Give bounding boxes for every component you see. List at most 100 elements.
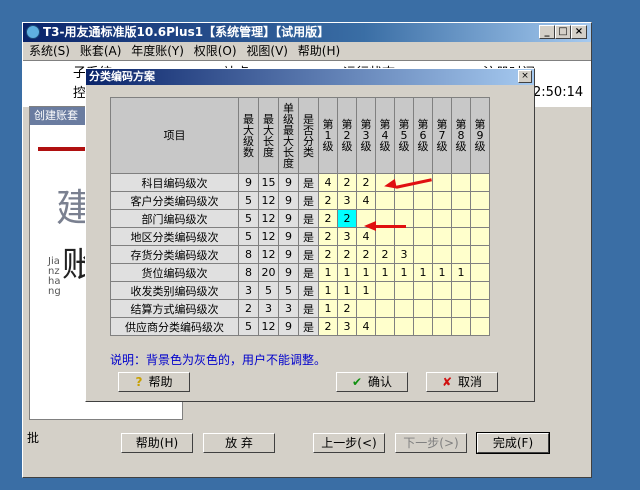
row-level-3-cell[interactable]: 2 xyxy=(356,245,376,264)
row-level-4-cell[interactable] xyxy=(375,317,395,336)
row-level-9-cell[interactable] xyxy=(470,191,490,210)
row-level-4-cell[interactable]: 1 xyxy=(375,263,395,282)
menu-view[interactable]: 视图(V) xyxy=(246,44,288,58)
row-level-2-cell[interactable]: 2 xyxy=(337,209,357,228)
row-level-7-cell[interactable]: 1 xyxy=(432,263,452,282)
row-level-7-cell[interactable] xyxy=(432,245,452,264)
menu-system[interactable]: 系统(S) xyxy=(29,44,70,58)
row-level-7-cell[interactable] xyxy=(432,227,452,246)
close-button[interactable]: × xyxy=(571,25,587,39)
red-arrow-2-head xyxy=(364,221,376,231)
row-level-4-cell[interactable]: 2 xyxy=(375,245,395,264)
maximize-button[interactable]: □ xyxy=(555,25,571,39)
row-level-4-cell[interactable] xyxy=(375,227,395,246)
row-item-name: 存货分类编码级次 xyxy=(110,245,239,264)
menu-permission[interactable]: 权限(O) xyxy=(194,44,237,58)
row-level-1-cell[interactable]: 4 xyxy=(318,173,338,192)
row-level-1-cell[interactable]: 1 xyxy=(318,299,338,318)
row-level-8-cell[interactable] xyxy=(451,173,471,192)
row-level-4-cell[interactable] xyxy=(375,191,395,210)
row-level-4-cell[interactable] xyxy=(375,281,395,300)
row-level-9-cell[interactable] xyxy=(470,317,490,336)
row-level-9-cell[interactable] xyxy=(470,173,490,192)
row-level-9-cell[interactable] xyxy=(470,281,490,300)
row-level-5-cell[interactable] xyxy=(394,317,414,336)
row-level-1-cell[interactable]: 2 xyxy=(318,317,338,336)
row-level-6-cell[interactable] xyxy=(413,209,433,228)
row-level-2-cell[interactable]: 1 xyxy=(337,281,357,300)
row-level-1-cell[interactable]: 1 xyxy=(318,281,338,300)
abandon-button[interactable]: 放 弃 xyxy=(203,433,275,453)
row-level-6-cell[interactable] xyxy=(413,191,433,210)
row-level-8-cell[interactable] xyxy=(451,209,471,228)
menu-help[interactable]: 帮助(H) xyxy=(298,44,340,58)
row-level-9-cell[interactable] xyxy=(470,209,490,228)
row-level-7-cell[interactable] xyxy=(432,317,452,336)
row-level-5-cell[interactable] xyxy=(394,281,414,300)
row-level-8-cell[interactable] xyxy=(451,281,471,300)
row-is-class: 是 xyxy=(298,281,319,300)
table-header-row: 项目 最大级数 最大长度 单级最大长度 是否分类 第1级 第2级 第3级 第4级… xyxy=(110,97,490,174)
row-item-name: 收发类别编码级次 xyxy=(110,281,239,300)
row-level-9-cell[interactable] xyxy=(470,227,490,246)
row-level-3-cell[interactable]: 4 xyxy=(356,191,376,210)
row-level-3-cell[interactable] xyxy=(356,299,376,318)
next-step-button: 下一步(>) xyxy=(395,433,467,453)
row-level-3-cell[interactable]: 2 xyxy=(356,173,376,192)
minimize-button[interactable]: _ xyxy=(539,25,555,39)
row-level-2-cell[interactable]: 2 xyxy=(337,173,357,192)
menu-account[interactable]: 账套(A) xyxy=(80,44,122,58)
row-level-2-cell[interactable]: 3 xyxy=(337,191,357,210)
row-level-1-cell[interactable]: 2 xyxy=(318,227,338,246)
row-level-9-cell[interactable] xyxy=(470,263,490,282)
finish-button[interactable]: 完成(F) xyxy=(476,432,550,454)
row-level-7-cell[interactable] xyxy=(432,209,452,228)
cancel-button[interactable]: ✘ 取消 xyxy=(426,372,498,392)
row-level-7-cell[interactable] xyxy=(432,299,452,318)
dialog-close-icon[interactable]: × xyxy=(518,70,532,83)
row-level-3-cell[interactable]: 1 xyxy=(356,281,376,300)
row-level-8-cell[interactable] xyxy=(451,245,471,264)
row-level-5-cell[interactable]: 3 xyxy=(394,245,414,264)
row-max-levels: 5 xyxy=(238,209,259,228)
row-level-5-cell[interactable] xyxy=(394,299,414,318)
row-level-8-cell[interactable]: 1 xyxy=(451,263,471,282)
row-level-5-cell[interactable] xyxy=(394,227,414,246)
row-level-1-cell[interactable]: 2 xyxy=(318,209,338,228)
menu-year-account[interactable]: 年度账(Y) xyxy=(131,44,184,58)
row-level-1-cell[interactable]: 1 xyxy=(318,263,338,282)
row-level-6-cell[interactable] xyxy=(413,245,433,264)
row-level-4-cell[interactable] xyxy=(375,299,395,318)
row-level-3-cell[interactable]: 4 xyxy=(356,317,376,336)
dialog-help-button[interactable]: ? 帮助 xyxy=(118,372,190,392)
row-level-2-cell[interactable]: 2 xyxy=(337,245,357,264)
row-level-9-cell[interactable] xyxy=(470,245,490,264)
row-level-2-cell[interactable]: 3 xyxy=(337,317,357,336)
wizard-help-button[interactable]: 帮助(H) xyxy=(121,433,193,453)
row-level-2-cell[interactable]: 3 xyxy=(337,227,357,246)
row-level-6-cell[interactable] xyxy=(413,227,433,246)
row-level-9-cell[interactable] xyxy=(470,299,490,318)
row-level-6-cell[interactable] xyxy=(413,299,433,318)
row-level-1-cell[interactable]: 2 xyxy=(318,191,338,210)
row-level-2-cell[interactable]: 1 xyxy=(337,263,357,282)
row-level-3-cell[interactable]: 1 xyxy=(356,263,376,282)
row-level-6-cell[interactable] xyxy=(413,317,433,336)
row-level-8-cell[interactable] xyxy=(451,227,471,246)
table-row: 部门编码级次 5 12 9 是 2 2 xyxy=(110,209,490,228)
row-level-7-cell[interactable] xyxy=(432,173,452,192)
row-level-6-cell[interactable] xyxy=(413,281,433,300)
row-level-6-cell[interactable]: 1 xyxy=(413,263,433,282)
row-item-name: 货位编码级次 xyxy=(110,263,239,282)
confirm-button[interactable]: ✔ 确认 xyxy=(336,372,408,392)
row-level-8-cell[interactable] xyxy=(451,317,471,336)
row-level-7-cell[interactable] xyxy=(432,191,452,210)
row-level-1-cell[interactable]: 2 xyxy=(318,245,338,264)
row-level-2-cell[interactable]: 2 xyxy=(337,299,357,318)
row-level-8-cell[interactable] xyxy=(451,191,471,210)
row-level-8-cell[interactable] xyxy=(451,299,471,318)
row-level-5-cell[interactable] xyxy=(394,191,414,210)
prev-step-button[interactable]: 上一步(<) xyxy=(313,433,385,453)
row-level-5-cell[interactable]: 1 xyxy=(394,263,414,282)
row-level-7-cell[interactable] xyxy=(432,281,452,300)
